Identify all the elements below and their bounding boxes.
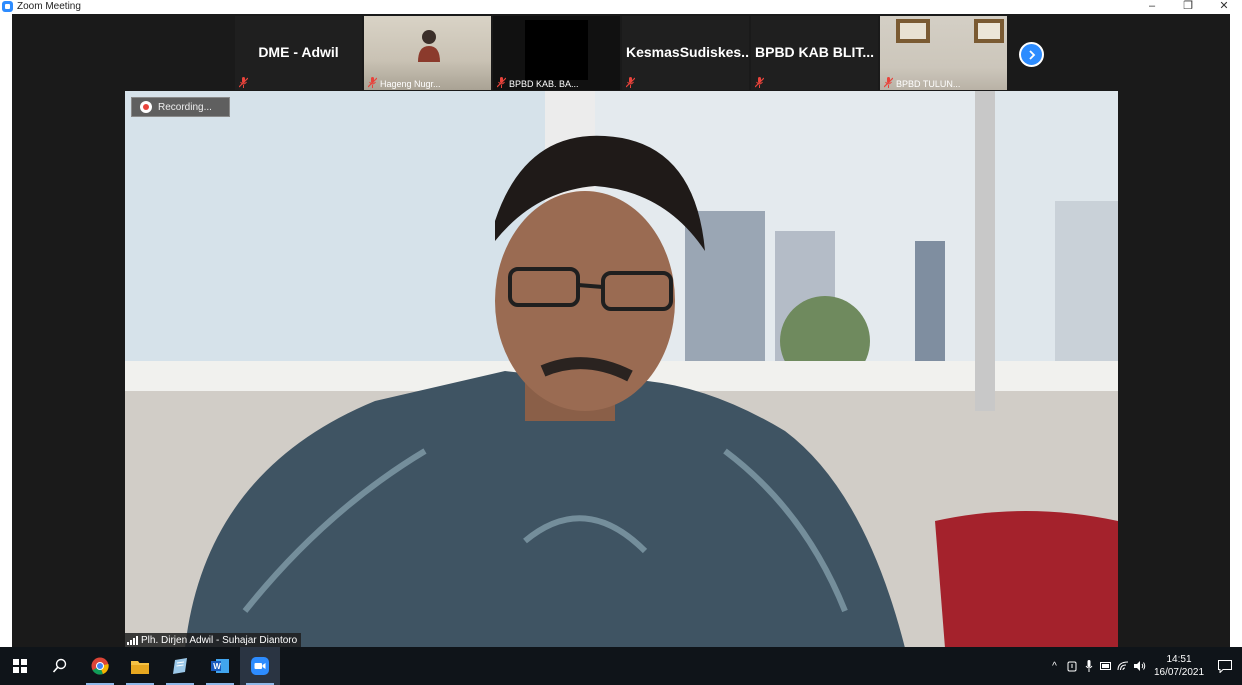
microphone-icon[interactable] — [1080, 647, 1097, 685]
recording-indicator[interactable]: Recording... — [131, 97, 230, 117]
signal-strength-icon — [127, 636, 138, 645]
wifi-icon[interactable] — [1114, 647, 1131, 685]
search-button[interactable] — [40, 647, 80, 685]
title-bar: Zoom Meeting – ❐ ✕ — [0, 0, 1242, 13]
participant-tile[interactable]: KesmasSudiskes... — [622, 16, 749, 90]
participant-label: Hageng Nugr... — [380, 79, 441, 89]
participant-tile[interactable]: Hageng Nugr... — [364, 16, 491, 90]
taskbar-zoom[interactable] — [240, 647, 280, 685]
window-controls: – ❐ ✕ — [1134, 0, 1242, 13]
participant-tile[interactable]: BPBD TULUN... — [880, 16, 1007, 90]
speaker-name-label: Plh. Dirjen Adwil - Suhajar Diantoro — [125, 633, 302, 648]
recording-label: Recording... — [158, 101, 212, 113]
next-page-button[interactable] — [1019, 42, 1044, 67]
windows-icon — [13, 659, 27, 673]
window-title: Zoom Meeting — [17, 1, 81, 12]
minimize-button[interactable]: – — [1134, 0, 1170, 13]
zoom-app-icon — [2, 1, 13, 12]
restore-button[interactable]: ❐ — [1170, 0, 1206, 13]
volume-icon[interactable] — [1131, 647, 1148, 685]
notification-button[interactable] — [1208, 647, 1242, 685]
taskbar-notes[interactable] — [160, 647, 200, 685]
taskbar-chrome[interactable] — [80, 647, 120, 685]
mic-muted-icon — [497, 77, 506, 88]
participant-tile[interactable]: BPBD KAB. BA... — [493, 16, 620, 90]
system-tray: ^ 14:51 16/07/2021 — [1046, 647, 1242, 685]
participant-video — [418, 30, 440, 62]
participant-label: BPBD TULUN... — [896, 79, 961, 89]
word-icon: W — [211, 659, 229, 673]
start-button[interactable] — [0, 647, 40, 685]
chevron-right-icon — [1028, 49, 1035, 60]
participant-video — [896, 19, 1004, 43]
taskbar-file-explorer[interactable] — [120, 647, 160, 685]
zoom-icon — [251, 657, 269, 675]
notes-icon — [173, 658, 187, 674]
clock-time: 14:51 — [1166, 654, 1192, 665]
taskbar-word[interactable]: W — [200, 647, 240, 685]
participant-name: DME - Adwil — [258, 44, 339, 60]
notification-icon — [1218, 659, 1232, 673]
battery-icon[interactable] — [1097, 647, 1114, 685]
speaker-video-frame — [125, 91, 1118, 648]
participant-video — [525, 20, 588, 80]
participant-label: BPBD KAB. BA... — [509, 79, 579, 89]
clock[interactable]: 14:51 16/07/2021 — [1150, 653, 1208, 679]
svg-text:W: W — [213, 662, 221, 671]
chrome-icon — [91, 657, 109, 675]
chevron-up-icon[interactable]: ^ — [1046, 647, 1063, 685]
mic-muted-icon — [626, 77, 635, 88]
mic-muted-icon — [239, 77, 248, 88]
participant-tile[interactable]: DME - Adwil — [235, 16, 362, 90]
speaker-name: Plh. Dirjen Adwil - Suhajar Diantoro — [141, 635, 298, 646]
meeting-window: DME - Adwil Hageng Nugr... BPBD KAB. BA.… — [12, 14, 1230, 648]
search-icon — [52, 658, 67, 673]
mic-muted-icon — [755, 77, 764, 88]
recording-icon — [140, 101, 152, 113]
participant-strip: DME - Adwil Hageng Nugr... BPBD KAB. BA.… — [235, 16, 1007, 90]
windows-taskbar: W ^ 14:51 16/07/2021 — [0, 647, 1242, 685]
participant-name: BPBD KAB BLIT... — [755, 44, 874, 60]
mic-muted-icon — [884, 77, 893, 88]
active-speaker-video: Recording... Plh. Dirjen Adwil - Suhajar… — [125, 91, 1118, 648]
participant-name: KesmasSudiskes... — [626, 44, 749, 60]
folder-icon — [131, 660, 149, 674]
mic-muted-icon — [368, 77, 377, 88]
app-tray-icon[interactable] — [1063, 647, 1080, 685]
close-button[interactable]: ✕ — [1206, 0, 1242, 13]
participant-tile[interactable]: BPBD KAB BLIT... — [751, 16, 878, 90]
clock-date: 16/07/2021 — [1153, 667, 1205, 678]
